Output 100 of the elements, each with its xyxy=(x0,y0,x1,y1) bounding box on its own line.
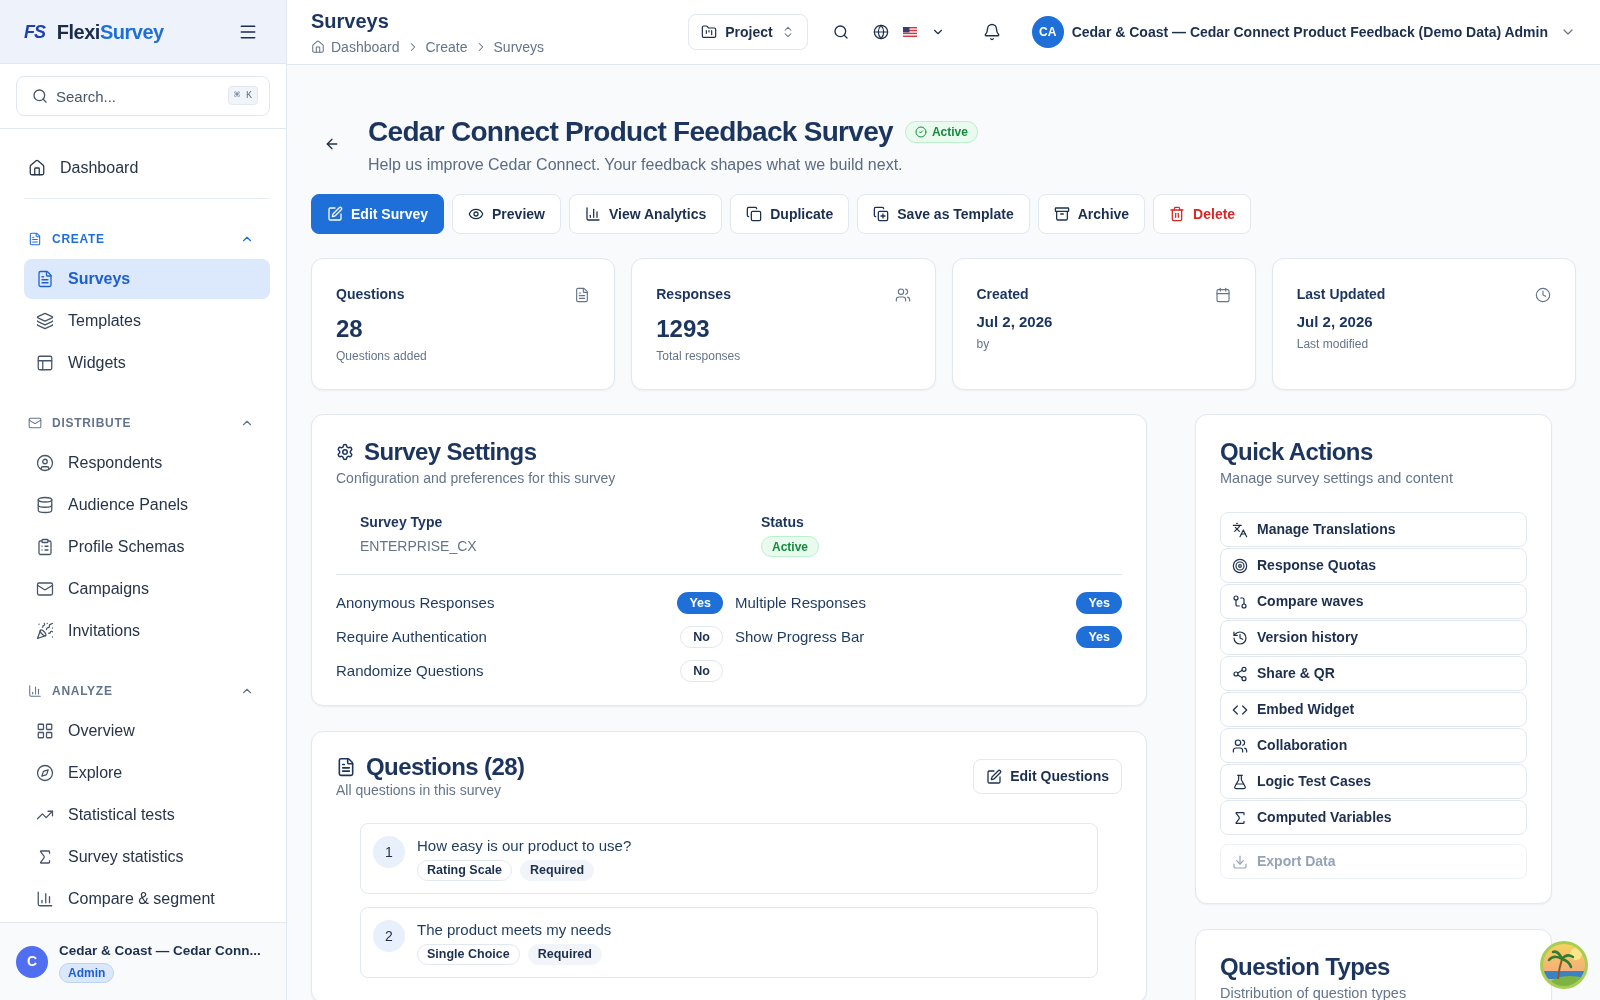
quick-action-button[interactable]: Compare waves xyxy=(1220,584,1527,619)
quick-action-button[interactable]: Share & QR xyxy=(1220,656,1527,691)
users-icon xyxy=(894,287,911,303)
field-value: ENTERPRISE_CX xyxy=(360,537,477,556)
question-number: 1 xyxy=(373,836,405,868)
quick-action-button[interactable]: Manage Translations xyxy=(1220,512,1527,547)
section-header[interactable]: ANALYZE xyxy=(24,672,270,710)
quick-action-button[interactable]: Computed Variables xyxy=(1220,800,1527,835)
stat-value: 28 xyxy=(336,314,364,344)
required-tag: Required xyxy=(520,860,595,881)
clipboard-icon xyxy=(36,538,54,556)
stat-label: Created xyxy=(976,285,1029,304)
sidebar-item[interactable]: Respondents xyxy=(24,443,270,483)
translate-icon xyxy=(1232,521,1248,538)
type-tag: Single Choice xyxy=(417,944,520,965)
action-button[interactable]: Preview xyxy=(452,194,561,234)
question-card[interactable]: 1 How easy is our product to use? Rating Scale Required xyxy=(360,823,1098,894)
sidebar-item[interactable]: Templates xyxy=(24,301,270,341)
search-icon xyxy=(832,24,849,40)
question-text: The product meets my needs xyxy=(417,920,612,940)
section-header[interactable]: CREATE xyxy=(24,220,270,258)
question-card[interactable]: 2 The product meets my needs Single Choice Required xyxy=(360,907,1098,978)
sidebar-item[interactable]: Explore xyxy=(24,753,270,793)
stat-caption: Last modified xyxy=(1296,336,1370,352)
edit-questions-button[interactable]: Edit Questions xyxy=(973,759,1122,794)
sidebar-item[interactable]: Widgets xyxy=(24,343,270,383)
stat-caption: Total responses xyxy=(656,348,742,364)
stat-value: Jul 2, 2026 xyxy=(1296,312,1374,332)
check-circle-icon xyxy=(914,126,927,138)
type-tag: Rating Scale xyxy=(417,860,513,881)
action-button[interactable]: View Analytics xyxy=(568,194,723,234)
action-button[interactable]: Edit Survey xyxy=(311,194,445,234)
quick-action-button[interactable]: Logic Test Cases xyxy=(1220,764,1527,799)
survey-description: Help us improve Cedar Connect. Your feedback shapes what we build next. xyxy=(368,155,904,175)
user-name: Cedar & Coast — Cedar Conn... xyxy=(59,941,261,960)
quick-action-button[interactable]: Embed Widget xyxy=(1220,692,1527,727)
option-pill: Yes xyxy=(1076,626,1122,648)
breadcrumb-link[interactable]: Dashboard xyxy=(331,37,400,57)
home-icon xyxy=(311,40,325,54)
party-popper-icon xyxy=(36,622,54,640)
sidebar-item[interactable]: Statistical tests xyxy=(24,795,270,835)
option-pill: Yes xyxy=(1076,592,1122,614)
action-button[interactable]: Delete xyxy=(1153,194,1252,234)
edit-icon xyxy=(327,206,343,222)
action-button[interactable]: Archive xyxy=(1037,194,1146,234)
layers-icon xyxy=(36,312,54,330)
option-label: Multiple Responses xyxy=(735,592,866,613)
database-icon xyxy=(36,496,54,514)
quick-action-button[interactable]: Version history xyxy=(1220,620,1527,655)
clock-icon xyxy=(1535,287,1551,303)
download-icon xyxy=(1232,853,1248,870)
card-title: Quick Actions xyxy=(1220,437,1374,467)
option-label: Require Authentication xyxy=(336,626,487,647)
card-title: Survey Settings xyxy=(364,437,537,467)
brand-name: FlexiSurvey xyxy=(56,19,164,45)
history-icon xyxy=(1232,629,1248,646)
compare-icon xyxy=(1232,593,1248,610)
flask-icon xyxy=(1232,773,1248,790)
quick-action-button[interactable]: Collaboration xyxy=(1220,728,1527,763)
sidebar-item[interactable]: Overview xyxy=(24,711,270,751)
breadcrumb-link[interactable]: Surveys xyxy=(493,37,545,57)
sidebar-item[interactable]: Survey statistics xyxy=(24,837,270,877)
layout-icon xyxy=(36,354,54,372)
user-avatar: C xyxy=(16,945,48,978)
sidebar-item[interactable]: Compare & segment xyxy=(24,879,270,919)
breadcrumb-link[interactable]: Create xyxy=(425,37,468,57)
stat-caption: Questions added xyxy=(336,348,428,364)
grid-icon xyxy=(36,722,54,740)
stat-value: 1293 xyxy=(656,314,711,344)
card-description: Configuration and preferences for this survey xyxy=(336,469,617,488)
quick-action-button[interactable]: Response Quotas xyxy=(1220,548,1527,583)
action-button[interactable]: Duplicate xyxy=(730,194,850,234)
question-text: How easy is our product to use? xyxy=(417,836,632,856)
trash-icon xyxy=(1169,206,1186,222)
project-button[interactable]: Project xyxy=(688,14,808,50)
home-icon xyxy=(28,159,46,177)
action-button[interactable]: Save as Template xyxy=(857,194,1030,234)
search-icon xyxy=(32,88,48,104)
stat-label: Responses xyxy=(656,285,731,304)
field-label: Survey Type xyxy=(360,513,443,532)
logo-mark: FS xyxy=(24,22,45,41)
palm-island-icon[interactable] xyxy=(1540,941,1588,989)
back-arrow-icon xyxy=(324,136,340,152)
sidebar-item[interactable]: Invitations xyxy=(24,611,270,651)
sidebar-item[interactable]: Profile Schemas xyxy=(24,527,270,567)
sidebar-item[interactable]: Audience Panels xyxy=(24,485,270,525)
required-tag: Required xyxy=(527,944,602,965)
role-badge: Admin xyxy=(59,962,115,983)
sigma-icon xyxy=(1232,809,1248,826)
card-title: Questions (28) xyxy=(366,753,525,781)
sidebar-item[interactable]: Dashboard xyxy=(24,148,270,188)
user-menu-button[interactable]: CA Cedar & Coast — Cedar Connect Product Feedback (Demo Data) Admin xyxy=(1031,16,1576,48)
sidebar-item[interactable]: Campaigns xyxy=(24,569,270,609)
document-icon xyxy=(28,232,42,246)
status-badge: Active xyxy=(761,536,820,557)
section-header[interactable]: DISTRIBUTE xyxy=(24,404,270,442)
globe-icon xyxy=(872,24,889,40)
mail-icon xyxy=(36,580,54,598)
copy-plus-icon xyxy=(873,206,890,222)
sidebar-item[interactable]: Surveys xyxy=(24,259,270,299)
